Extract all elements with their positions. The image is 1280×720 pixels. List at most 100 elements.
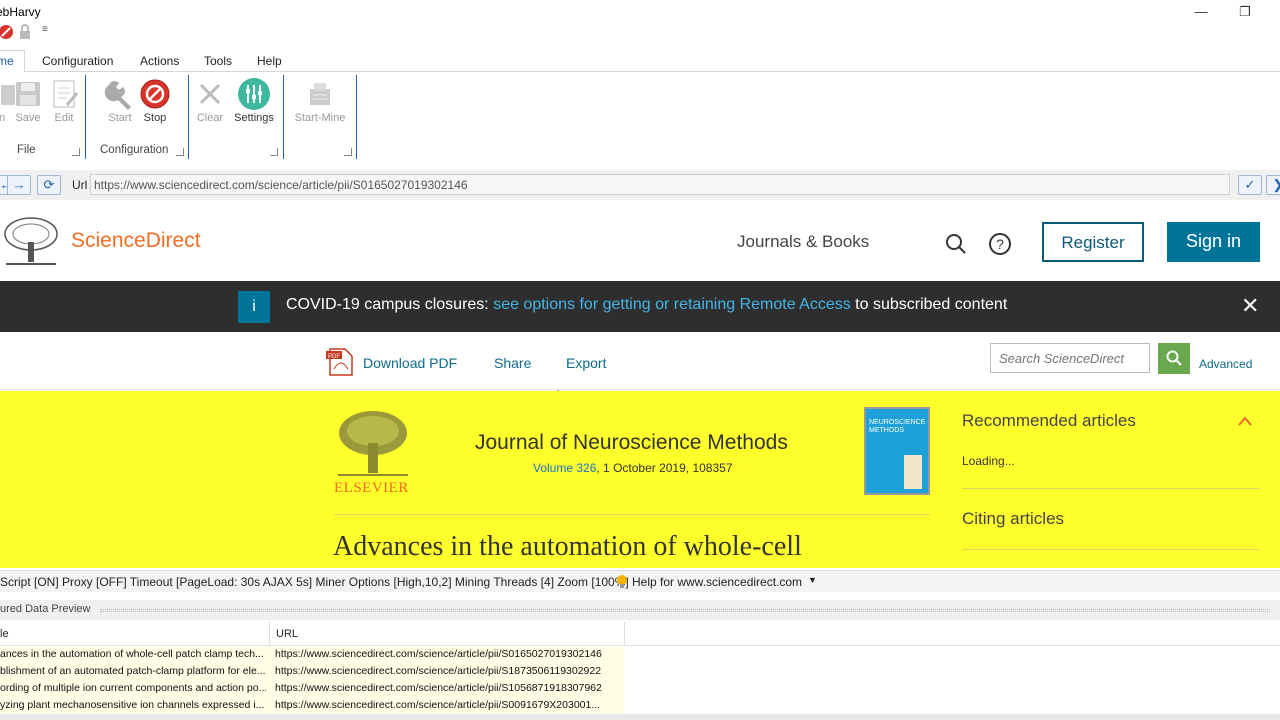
- journals-books-link[interactable]: Journals & Books: [737, 232, 869, 252]
- column-header-url[interactable]: URL: [276, 628, 298, 640]
- scrollbar[interactable]: [0, 714, 1280, 720]
- table-row[interactable]: ances in the automation of whole-cell pa…: [0, 646, 624, 663]
- help-icon[interactable]: ?: [988, 232, 1012, 256]
- lightbulb-icon: [617, 575, 627, 588]
- journal-cover[interactable]: NEUROSCIENCE METHODS: [864, 407, 930, 495]
- table-row[interactable]: ording of multiple ion current component…: [0, 680, 624, 697]
- dropdown-arrow-icon[interactable]: ▼: [808, 575, 817, 585]
- column-header-title[interactable]: le: [0, 628, 9, 640]
- publisher-name: ELSEVIER: [334, 480, 409, 496]
- url-label: Url: [72, 178, 88, 192]
- file-group-launcher-icon[interactable]: [72, 148, 80, 156]
- stop-button[interactable]: Stop: [131, 76, 179, 124]
- share-link[interactable]: Share: [494, 355, 531, 371]
- mine-group-launcher-icon[interactable]: [344, 148, 352, 156]
- divider: [962, 488, 1260, 489]
- elsevier-tree-logo[interactable]: [2, 216, 60, 268]
- site-header: ScienceDirect Journals & Books ? Registe…: [0, 202, 1280, 282]
- refresh-button[interactable]: ⟳: [37, 175, 61, 195]
- ribbon-separator: [356, 75, 357, 159]
- column-separator[interactable]: [624, 622, 625, 646]
- search-submit-button[interactable]: [1158, 343, 1190, 374]
- config-group-launcher-icon[interactable]: [176, 148, 184, 156]
- address-bar: ← → ⟳ Url https://www.sciencedirect.com/…: [0, 170, 1280, 200]
- cover-image: [904, 455, 922, 489]
- ribbon-separator: [283, 75, 284, 159]
- remote-access-link[interactable]: see options for getting or retaining Rem…: [493, 296, 851, 313]
- ribbon-separator: [85, 75, 86, 159]
- settings-button[interactable]: Settings: [230, 76, 278, 124]
- preview-title: ured Data Preview: [0, 603, 91, 615]
- svg-text:?: ?: [996, 236, 1004, 252]
- data-preview-panel: ured Data Preview le URL ances in the au…: [0, 600, 1280, 720]
- citing-articles-heading[interactable]: Citing articles: [962, 509, 1064, 529]
- url-input[interactable]: https://www.sciencedirect.com/science/ar…: [90, 174, 1230, 195]
- group-label-configuration: Configuration: [100, 144, 169, 156]
- expand-button[interactable]: ❯: [1266, 175, 1280, 195]
- recommended-articles-heading[interactable]: Recommended articles: [962, 411, 1136, 431]
- start-mine-button[interactable]: Start-Mine: [290, 76, 350, 124]
- volume-info: Volume 326, 1 October 2019, 108357: [533, 461, 733, 475]
- settings-icon: [238, 78, 270, 110]
- start-mine-icon: [310, 83, 330, 105]
- help-site-link[interactable]: Help for www.sciencedirect.com: [632, 575, 802, 589]
- restore-icon[interactable]: ❐: [1230, 2, 1260, 22]
- minimize-icon[interactable]: —: [1186, 2, 1216, 22]
- column-separator[interactable]: [269, 622, 270, 646]
- svg-text:PDF: PDF: [328, 354, 340, 360]
- lock-small-icon[interactable]: [18, 24, 32, 40]
- search-icon: [1166, 350, 1182, 366]
- edit-button[interactable]: Edit: [40, 76, 88, 124]
- table-row[interactable]: blishment of an automated patch-clamp pl…: [0, 663, 624, 680]
- clear-icon: [199, 83, 221, 105]
- register-button[interactable]: Register: [1042, 222, 1144, 262]
- elsevier-logo[interactable]: [334, 407, 412, 477]
- ribbon: n Save Edit File Start Stop Configuratio…: [0, 72, 1280, 164]
- tab-actions[interactable]: Actions: [140, 54, 179, 68]
- issue-date: , 1 October 2019, 108357: [596, 461, 733, 475]
- close-icon[interactable]: ✕: [1241, 293, 1259, 319]
- tab-help[interactable]: Help: [257, 54, 282, 68]
- tools-group-launcher-icon[interactable]: [270, 148, 278, 156]
- preview-header: ured Data Preview: [0, 600, 1280, 620]
- info-icon: i: [238, 291, 270, 323]
- article-title: Advances in the automation of whole-cell: [333, 531, 802, 562]
- grip: [100, 609, 1270, 612]
- window-title: ebHarvy: [0, 5, 41, 19]
- search-input[interactable]: [990, 343, 1150, 373]
- tab-tools[interactable]: Tools: [204, 54, 232, 68]
- divider: [334, 514, 930, 515]
- pdf-icon[interactable]: PDF: [326, 347, 354, 377]
- clear-button[interactable]: Clear: [186, 76, 234, 124]
- tab-home[interactable]: me: [0, 50, 25, 73]
- export-link[interactable]: Export: [566, 355, 606, 371]
- journal-title[interactable]: Journal of Neuroscience Methods: [475, 431, 788, 455]
- customize-qat-icon[interactable]: ≡: [42, 24, 48, 35]
- save-icon: [16, 82, 40, 106]
- article-toolbar: PDF Download PDF Share Export Advanced: [0, 332, 1280, 410]
- go-button[interactable]: ✓: [1238, 175, 1262, 195]
- search-icon[interactable]: [945, 233, 967, 255]
- divider: [962, 549, 1260, 550]
- ribbon-tabs: me Configuration Actions Tools Help: [0, 50, 1280, 73]
- status-text: Script [ON] Proxy [OFF] Timeout [PageLoa…: [0, 575, 629, 589]
- download-pdf-link[interactable]: Download PDF: [363, 355, 457, 371]
- banner-suffix: to subscribed content: [850, 296, 1008, 313]
- chevron-up-icon[interactable]: [1237, 415, 1253, 427]
- banner-text: COVID-19 campus closures: see options fo…: [286, 296, 1007, 314]
- sign-in-button[interactable]: Sign in: [1167, 222, 1260, 262]
- table-header: le URL: [0, 622, 1280, 646]
- covid-banner: i COVID-19 campus closures: see options …: [0, 281, 1280, 332]
- group-label-file: File: [17, 144, 36, 156]
- tab-configuration[interactable]: Configuration: [42, 54, 113, 68]
- status-bar: Script [ON] Proxy [OFF] Timeout [PageLoa…: [0, 570, 1280, 592]
- advanced-search-link[interactable]: Advanced: [1199, 357, 1252, 371]
- edit-icon: [53, 80, 79, 108]
- table-row[interactable]: yzing plant mechanosensitive ion channel…: [0, 697, 624, 714]
- stop-icon: [140, 79, 170, 109]
- stop-small-icon[interactable]: [0, 24, 14, 40]
- brand-name[interactable]: ScienceDirect: [71, 229, 201, 253]
- volume-link[interactable]: Volume 326: [533, 461, 596, 475]
- forward-button[interactable]: →: [7, 175, 31, 195]
- loading-text: Loading...: [962, 454, 1015, 468]
